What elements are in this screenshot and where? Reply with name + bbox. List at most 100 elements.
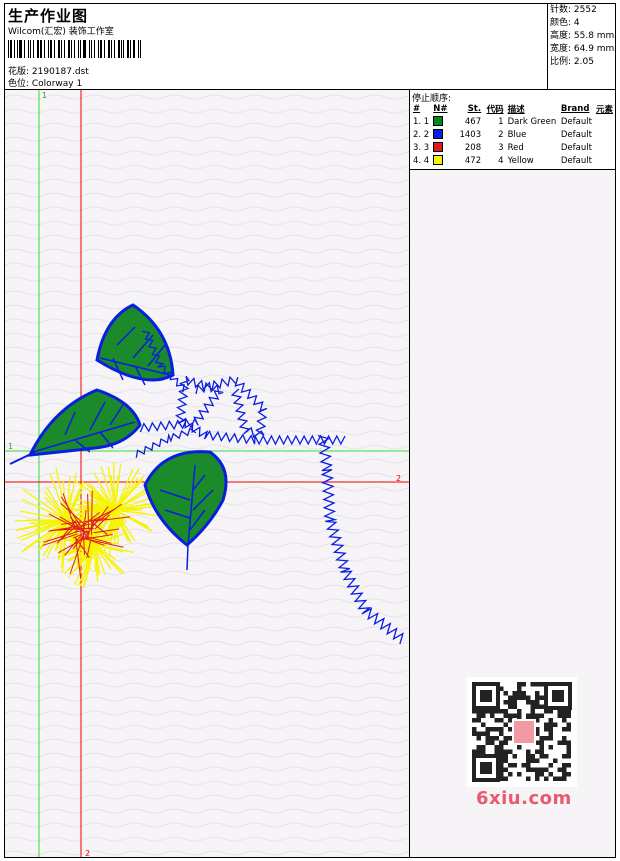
red-horizontal-label: 2 — [396, 474, 401, 483]
barcode-bar — [127, 40, 129, 58]
barcode-bar — [80, 40, 82, 58]
barcode-bar — [83, 40, 86, 58]
row-stitches: 208 — [464, 142, 482, 153]
barcode-bar — [99, 40, 102, 58]
barcode-bar — [111, 40, 112, 58]
barcode-bar — [48, 40, 50, 58]
design-width: 宽度: 64.9 mm — [550, 44, 615, 54]
color-sequence-panel: 停止顺序: # N# St. 代码 描述 Brand 元素 1. 1 467 1 Da… — [410, 90, 615, 170]
color-row: 1. 1 467 1 Dark Green Default — [411, 115, 615, 128]
col-header-number: N# — [433, 104, 448, 114]
row-code: 4 — [498, 155, 504, 166]
row-stitches: 472 — [464, 155, 482, 166]
col-header-element: 元素 — [595, 105, 613, 115]
embroidery-preview: 1 1 2 2 — [5, 90, 409, 857]
barcode-bar — [53, 40, 55, 58]
barcode-bar — [8, 40, 9, 58]
row-code: 2 — [498, 129, 504, 140]
barcode — [8, 40, 143, 58]
row-swatch — [431, 154, 455, 167]
barcode-bar — [33, 40, 35, 58]
barcode-bar — [113, 40, 115, 58]
row-description: Blue — [507, 129, 527, 140]
barcode-bar — [88, 40, 90, 58]
green-horizontal-label: 1 — [8, 442, 13, 451]
green-vertical-label: 1 — [42, 91, 47, 100]
barcode-bar — [123, 40, 125, 58]
design-canvas: 1 1 2 2 — [5, 90, 410, 857]
barcode-bar — [120, 40, 122, 58]
color-swatch — [433, 155, 444, 166]
row-element — [594, 154, 615, 167]
barcode-bar — [103, 40, 105, 58]
row-index: 4. 4 — [413, 155, 430, 166]
barcode-bar — [44, 40, 46, 58]
page-title: 生产作业图 — [8, 7, 89, 25]
barcode-bar — [17, 40, 19, 58]
barcode-bar — [140, 40, 142, 58]
barcode-bar — [68, 40, 70, 58]
row-brand: Default — [560, 155, 592, 166]
barcode-bar — [132, 40, 136, 58]
colorway-label: 色位: Colorway 1 — [8, 79, 83, 89]
row-description: Red — [507, 142, 524, 153]
row-brand: Default — [560, 129, 592, 140]
row-stitches: 1403 — [459, 129, 482, 140]
color-count: 颜色: 4 — [550, 18, 580, 28]
color-row: 3. 3 208 3 Red Default — [411, 141, 615, 154]
barcode-bar — [78, 40, 80, 58]
barcode-bar — [39, 40, 43, 58]
color-swatch — [433, 129, 444, 140]
row-element — [594, 128, 615, 141]
row-code: 3 — [498, 142, 504, 153]
row-index: 3. 3 — [413, 142, 430, 153]
row-index: 1. 1 — [413, 116, 430, 127]
row-swatch — [431, 128, 455, 141]
design-stats: 针数: 2552 颜色: 4 高度: 55.8 mm 宽度: 64.9 mm 比… — [548, 4, 615, 90]
row-brand: Default — [560, 142, 592, 153]
row-code: 1 — [498, 116, 504, 127]
row-element — [594, 141, 615, 154]
barcode-bar — [107, 40, 111, 58]
col-header-stitches: St. — [467, 104, 482, 114]
barcode-bar — [19, 40, 22, 58]
scale-ratio: 比例: 2.05 — [550, 57, 594, 67]
col-header-description: 描述 — [507, 105, 525, 115]
watermark-text: 6xiu.com — [476, 788, 572, 809]
barcode-bar — [94, 40, 96, 58]
qr-code — [467, 677, 577, 787]
barcode-bar — [27, 40, 30, 58]
col-header-brand: Brand — [560, 104, 590, 114]
row-index: 2. 2 — [413, 129, 430, 140]
row-swatch — [431, 141, 455, 154]
design-height: 高度: 55.8 mm — [550, 31, 615, 41]
row-element — [594, 115, 615, 128]
barcode-bar — [30, 40, 32, 58]
row-stitches: 467 — [464, 116, 482, 127]
barcode-bar — [129, 40, 131, 58]
barcode-bar — [9, 40, 12, 58]
barcode-bar — [138, 40, 140, 58]
barcode-bar — [90, 40, 93, 58]
col-header-index: # — [413, 104, 421, 114]
barcode-bar — [73, 40, 76, 58]
color-table: # N# St. 代码 描述 Brand 元素 1. 1 467 1 Dark Gre… — [411, 103, 615, 167]
color-swatch — [433, 142, 444, 153]
red-vertical-label: 2 — [85, 849, 90, 857]
barcode-bar — [98, 40, 99, 58]
barcode-bar — [70, 40, 72, 58]
barcode-bar — [23, 40, 25, 58]
barcode-bar — [57, 40, 61, 58]
stitch-count: 针数: 2552 — [550, 5, 597, 15]
barcode-bar — [37, 40, 39, 58]
barcode-bar — [50, 40, 52, 58]
row-description: Yellow — [507, 155, 534, 166]
sheet-header: 生产作业图 Wilcom(汇宏) 装饰工作室 花版: 2190187.dst 色… — [5, 4, 548, 90]
company-name: Wilcom(汇宏) 装饰工作室 — [8, 27, 114, 37]
barcode-bar — [61, 40, 63, 58]
color-row: 2. 2 1403 2 Blue Default — [411, 128, 615, 141]
row-swatch — [431, 115, 455, 128]
barcode-bar — [13, 40, 15, 58]
barcode-bar — [117, 40, 120, 58]
col-header-code: 代码 — [486, 105, 504, 115]
